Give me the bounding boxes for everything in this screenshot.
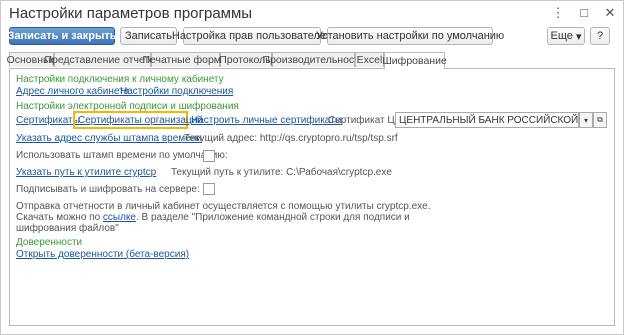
certificates-link[interactable]: Сертификаты (16, 115, 80, 126)
chevron-down-icon: ▾ (575, 30, 582, 43)
tab-report-view[interactable]: Представление отчетов (44, 52, 161, 67)
server-sign-label: Подписывать и шифровать на сервере: (16, 184, 200, 195)
info-line-3: шифрования файлов" (16, 223, 119, 234)
tsp-address-link[interactable]: Указать адрес службы штампа времени (16, 133, 202, 144)
save-button[interactable]: Записать (120, 27, 177, 45)
toolbar: Записать и закрыть Записать Настройка пр… (7, 27, 615, 47)
cryptcp-current-path: Текущий путь к утилите: C:\Рабочая\crypt… (171, 167, 392, 178)
dropdown-arrow-icon[interactable]: ▾ (579, 112, 593, 128)
org-certificates-link[interactable]: Сертификаты организаций (78, 115, 203, 126)
save-and-close-button[interactable]: Записать и закрыть (7, 27, 117, 45)
timestamp-default-checkbox[interactable] (203, 150, 215, 162)
tab-excel[interactable]: Excel (355, 52, 384, 67)
personal-certificates-link[interactable]: Настроить личные сертификаты (191, 115, 342, 126)
window-controls: ⋮ □ ✕ (551, 5, 617, 21)
section-cabinet-title: Настройки подключения к личному кабинету (16, 74, 224, 85)
tab-print-forms[interactable]: Печатные формы (142, 52, 229, 67)
timestamp-default-label: Использовать штамп времени по умолчанию: (16, 150, 228, 161)
cabinet-address-link[interactable]: Адрес личного кабинета (16, 86, 129, 97)
more-menu-icon[interactable]: ⋮ (551, 5, 565, 21)
section-poa-title: Доверенности (16, 237, 83, 248)
help-button[interactable]: ? (590, 27, 610, 45)
info-text-post: . В разделе "Приложение командной строки… (136, 212, 410, 223)
tab-performance[interactable]: Производительность (263, 52, 364, 67)
user-rights-button[interactable]: Настройка прав пользователей (172, 27, 332, 45)
connection-settings-link[interactable]: Настройки подключения (120, 86, 233, 97)
tsp-current-address: Текущий адрес: http://qs.cryptopro.ru/ts… (184, 133, 398, 144)
info-line-1: Отправка отчетности в личный кабинет осу… (16, 201, 431, 212)
settings-window: Настройки параметров программы ⋮ □ ✕ Зап… (0, 0, 624, 335)
server-sign-checkbox[interactable] (203, 183, 215, 195)
more-button[interactable]: Еще ▾ (547, 27, 585, 45)
window-title: Настройки параметров программы (9, 5, 253, 22)
cbr-certificate-label: Сертификат ЦБ: (328, 115, 405, 126)
info-text-pre: Скачать можно по (16, 212, 103, 223)
maximize-icon[interactable]: □ (577, 5, 591, 21)
more-label: Еще (550, 30, 573, 42)
open-poa-link[interactable]: Открыть доверенности (бета-версия) (16, 249, 189, 260)
cbr-certificate-field[interactable]: ЦЕНТРАЛЬНЫЙ БАНК РОССИЙСКОЙ ФЕДЕР (395, 112, 579, 128)
open-icon[interactable]: ⧉ (593, 112, 607, 128)
cryptcp-path-link[interactable]: Указать путь к утилите cryptcp (16, 167, 156, 178)
info-line-2: Скачать можно по ссылке. В разделе "Прил… (16, 212, 410, 223)
close-icon[interactable]: ✕ (603, 5, 617, 21)
set-defaults-button[interactable]: Установить настройки по умолчанию (316, 27, 504, 45)
download-link[interactable]: ссылке (103, 212, 136, 223)
tab-bar: Основные Представление отчетов Печатные … (7, 52, 615, 69)
tab-encryption[interactable]: Шифрование (382, 52, 447, 69)
